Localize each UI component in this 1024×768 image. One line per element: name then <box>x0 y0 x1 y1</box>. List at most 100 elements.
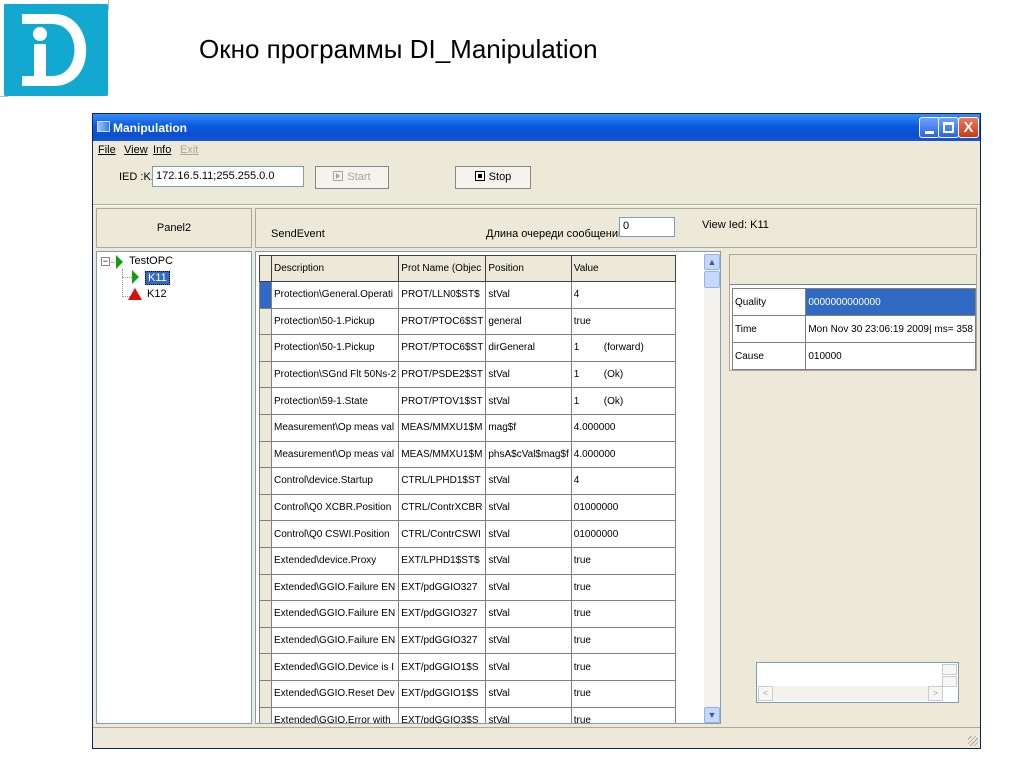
cell-description[interactable]: Extended\GGIO.Device is I <box>270 653 400 681</box>
scroll-up-icon[interactable]: ▲ <box>704 254 720 270</box>
cell-prot-name[interactable]: MEAS/MMXU1$M <box>398 413 487 442</box>
cell-prot-name[interactable]: PROT/PTOC6$ST <box>398 307 487 336</box>
cell-value[interactable]: 4 <box>570 281 676 309</box>
cell-description[interactable]: Extended\GGIO.Failure EN <box>270 573 400 602</box>
collapse-icon[interactable]: − <box>101 257 110 266</box>
events-grid[interactable]: Description Prot Name (Objec Position Va… <box>255 251 721 724</box>
table-row[interactable]: Protection\General.Operati PROT/LLN0$ST$ s… <box>259 281 676 309</box>
cell-value[interactable]: true <box>570 626 676 655</box>
cell-prot-name[interactable]: CTRL/ContrCSWI <box>398 520 487 548</box>
cell-prot-name[interactable]: EXT/pdGGIO327 <box>398 573 487 602</box>
cell-prot-name[interactable]: CTRL/LPHD1$ST <box>398 467 487 495</box>
cell-position[interactable]: general <box>485 307 572 336</box>
cell-value[interactable]: 1 (Ok) <box>570 387 676 415</box>
maximize-button[interactable] <box>938 117 959 138</box>
row-indicator[interactable] <box>259 706 272 723</box>
table-row[interactable]: Extended\GGIO.Failure EN EXT/pdGGIO327 stV… <box>259 600 676 628</box>
table-row[interactable]: Measurement\Op meas val MEAS/MMXU1$M phsA$… <box>259 440 676 469</box>
scroll-down-icon[interactable]: ▼ <box>704 707 720 723</box>
row-indicator[interactable] <box>259 307 272 336</box>
details-row[interactable]: Time Mon Nov 30 23:06:19 2009| ms= 358 <box>731 315 976 343</box>
row-indicator[interactable] <box>259 467 272 495</box>
message-scroll-down-icon[interactable] <box>942 676 957 687</box>
cell-description[interactable]: Extended\GGIO.Reset Dev <box>270 679 400 708</box>
cell-position[interactable]: stVal <box>485 493 572 522</box>
row-indicator[interactable] <box>259 413 272 442</box>
table-row[interactable]: Control\Q0 CSWI.Position CTRL/ContrCSWI st… <box>259 520 676 548</box>
cell-value[interactable]: 1 (Ok) <box>570 360 676 389</box>
cell-prot-name[interactable]: EXT/pdGGIO327 <box>398 600 487 628</box>
cell-description[interactable]: Protection\50-1.Pickup <box>270 307 400 336</box>
cell-position[interactable]: stVal <box>485 467 572 495</box>
cell-prot-name[interactable]: EXT/LPHD1$ST$ <box>398 546 487 575</box>
cell-description[interactable]: Measurement\Op meas val <box>270 413 400 442</box>
cell-position[interactable]: stVal <box>485 679 572 708</box>
message-scroll-up-icon[interactable] <box>942 664 957 675</box>
cell-value[interactable]: 1 (forward) <box>570 334 676 362</box>
device-tree[interactable]: − TestOPC K11 K12 <box>96 251 252 724</box>
cell-description[interactable]: Protection\59-1.State <box>270 387 400 415</box>
cell-position[interactable]: stVal <box>485 360 572 389</box>
table-row[interactable]: Extended\GGIO.Reset Dev EXT/pdGGIO1$S stVa… <box>259 679 676 708</box>
cell-value[interactable]: 01000000 <box>570 493 676 522</box>
table-row[interactable]: Extended\device.Proxy EXT/LPHD1$ST$ stVal t… <box>259 546 676 575</box>
row-indicator[interactable] <box>259 281 272 309</box>
scroll-thumb[interactable] <box>704 271 720 288</box>
cell-description[interactable]: Control\Q0 CSWI.Position <box>270 520 400 548</box>
table-row[interactable]: Control\Q0 XCBR.Position CTRL/ContrXCBR st… <box>259 493 676 522</box>
table-row[interactable]: Extended\GGIO.Error with EXT/pdGGIO3$S stV… <box>259 706 676 723</box>
row-indicator[interactable] <box>259 520 272 548</box>
cell-description[interactable]: Protection\General.Operati <box>270 281 400 309</box>
cell-position[interactable]: stVal <box>485 573 572 602</box>
cell-value[interactable]: 4.000000 <box>570 440 676 469</box>
row-indicator[interactable] <box>259 653 272 681</box>
column-header-description[interactable]: Description <box>270 255 400 282</box>
cell-position[interactable]: dirGeneral <box>485 334 572 362</box>
cell-description[interactable]: Extended\GGIO.Failure EN <box>270 600 400 628</box>
menu-file[interactable]: File <box>98 144 116 156</box>
table-row[interactable]: Protection\50-1.Pickup PROT/PTOC6$ST dirGe… <box>259 334 676 362</box>
queue-length-input[interactable]: 0 <box>619 217 675 237</box>
cell-prot-name[interactable]: PROT/LLN0$ST$ <box>398 281 487 309</box>
row-indicator[interactable] <box>259 493 272 522</box>
row-indicator[interactable] <box>259 573 272 602</box>
table-row[interactable]: Extended\GGIO.Device is I EXT/pdGGIO1$S st… <box>259 653 676 681</box>
table-row[interactable]: Extended\GGIO.Failure EN EXT/pdGGIO327 stV… <box>259 626 676 655</box>
cell-prot-name[interactable]: PROT/PTOC6$ST <box>398 334 487 362</box>
cell-position[interactable]: stVal <box>485 626 572 655</box>
window-titlebar[interactable]: Manipulation X <box>93 114 980 141</box>
table-row[interactable]: Protection\50-1.Pickup PROT/PTOC6$ST gener… <box>259 307 676 336</box>
resize-grip-icon[interactable] <box>968 736 978 746</box>
column-header-position[interactable]: Position <box>485 255 572 282</box>
cell-description[interactable]: Extended\device.Proxy <box>270 546 400 575</box>
details-value[interactable]: 0000000000000 <box>805 288 976 316</box>
cell-prot-name[interactable]: PROT/PSDE2$ST <box>398 360 487 389</box>
row-indicator[interactable] <box>259 387 272 415</box>
tree-node-k11[interactable]: K11 <box>145 271 170 285</box>
message-horizontal-scrollbar[interactable]: < > <box>758 686 943 701</box>
column-header-value[interactable]: Value <box>570 255 676 282</box>
table-row[interactable]: Extended\GGIO.Failure EN EXT/pdGGIO327 stV… <box>259 573 676 602</box>
row-indicator[interactable] <box>259 546 272 575</box>
message-list-box[interactable]: < > <box>756 662 959 703</box>
cell-description[interactable]: Protection\50-1.Pickup <box>270 334 400 362</box>
cell-prot-name[interactable]: EXT/pdGGIO3$S <box>398 706 487 723</box>
tree-node-testopc[interactable]: TestOPC <box>129 255 173 267</box>
column-header-prot-name[interactable]: Prot Name (Objec <box>398 255 487 282</box>
table-row[interactable]: Protection\59-1.State PROT/PTOV1$ST stVal 1… <box>259 387 676 415</box>
cell-value[interactable]: 4 <box>570 467 676 495</box>
cell-position[interactable]: stVal <box>485 653 572 681</box>
grid-vertical-scrollbar[interactable]: ▲ ▼ <box>704 254 720 723</box>
cell-description[interactable]: Protection\SGnd Flt 50Ns-2 <box>270 360 400 389</box>
stop-button[interactable]: Stop <box>455 166 531 189</box>
minimize-button[interactable] <box>919 117 940 138</box>
start-button[interactable]: Start <box>315 166 389 189</box>
details-value[interactable]: Mon Nov 30 23:06:19 2009| ms= 358 <box>805 315 976 343</box>
row-indicator[interactable] <box>259 360 272 389</box>
row-indicator[interactable] <box>259 440 272 469</box>
row-indicator[interactable] <box>259 626 272 655</box>
table-row[interactable]: Measurement\Op meas val MEAS/MMXU1$M mag$f… <box>259 413 676 442</box>
table-row[interactable]: Protection\SGnd Flt 50Ns-2 PROT/PSDE2$ST s… <box>259 360 676 389</box>
cell-prot-name[interactable]: EXT/pdGGIO1$S <box>398 679 487 708</box>
close-button[interactable]: X <box>958 117 979 138</box>
